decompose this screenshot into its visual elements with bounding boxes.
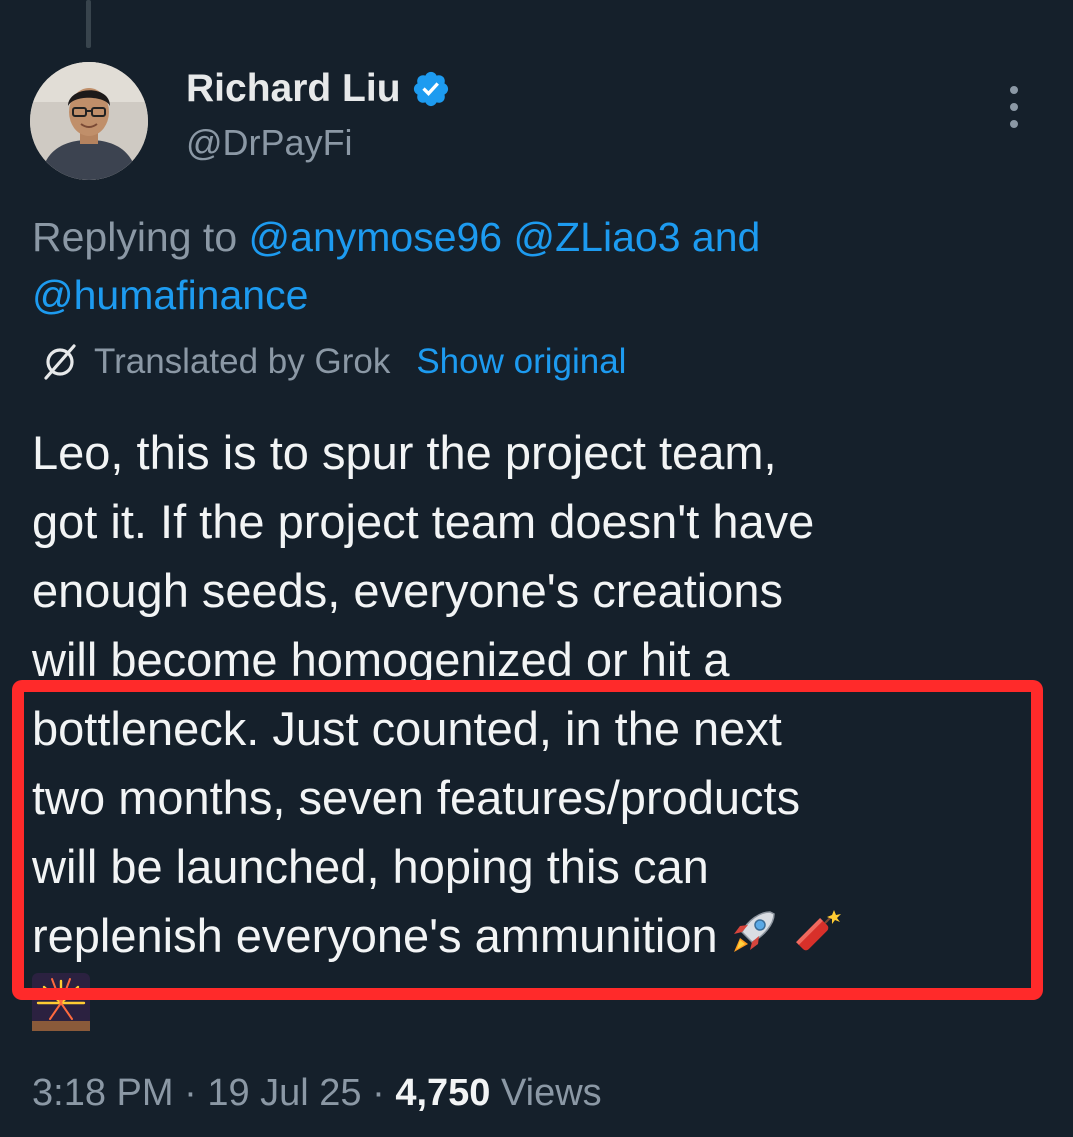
translation-bar: Translated by Grok Show original: [40, 338, 626, 386]
author-display-name[interactable]: Richard Liu: [186, 66, 401, 112]
tweet-body: Leo, this is to spur the project team, g…: [32, 418, 1042, 1039]
replying-to-others-link[interactable]: and: [692, 214, 760, 260]
author-handle[interactable]: @DrPayFi: [186, 120, 353, 166]
mention-link[interactable]: @humafinance: [32, 272, 308, 318]
tweet-text-line: bottleneck. Just counted, in the next: [32, 702, 782, 755]
grok-icon: [40, 342, 80, 382]
replying-to: Replying to @anymose96 @ZLiao3 and @humaf…: [32, 208, 1042, 324]
meta-separator: ·: [184, 1072, 197, 1114]
tweet-time[interactable]: 3:18 PM: [32, 1072, 174, 1114]
tweet-text-line: enough seeds, everyone's creations: [32, 564, 784, 617]
tweet-text-line: replenish everyone's ammunition: [32, 909, 718, 962]
replying-to-prefix: Replying to: [32, 214, 249, 260]
tweet-text-line: will be launched, hoping this can: [32, 840, 709, 893]
mention-link[interactable]: @ZLiao3: [514, 214, 681, 260]
avatar[interactable]: [30, 62, 148, 180]
translated-by-label: Translated by Grok: [94, 342, 391, 381]
firecracker-emoji-icon: [788, 904, 846, 962]
show-original-link[interactable]: Show original: [416, 338, 626, 386]
thread-connector-line: [86, 0, 91, 48]
tweet-text-line: will become homogenized or hit a: [32, 633, 730, 686]
tweet-text-line: Leo, this is to spur the project team,: [32, 426, 777, 479]
tweet-date[interactable]: 19 Jul 25: [207, 1072, 361, 1114]
views-label[interactable]: Views: [501, 1072, 602, 1114]
fireworks-emoji-icon: [32, 973, 90, 1031]
meta-separator: ·: [372, 1072, 385, 1114]
more-options-icon[interactable]: [1003, 86, 1025, 128]
tweet-text-line: got it. If the project team doesn't have: [32, 495, 815, 548]
verified-badge-icon[interactable]: [411, 69, 451, 109]
tweet-text-line: two months, seven features/products: [32, 771, 801, 824]
views-count[interactable]: 4,750: [395, 1072, 490, 1114]
author-name-row[interactable]: Richard Liu: [186, 66, 451, 112]
rocket-emoji-icon: [724, 904, 782, 962]
mention-link[interactable]: @anymose96: [249, 214, 503, 260]
tweet-meta: 3:18 PM · 19 Jul 25 · 4,750 Views: [32, 1068, 602, 1118]
